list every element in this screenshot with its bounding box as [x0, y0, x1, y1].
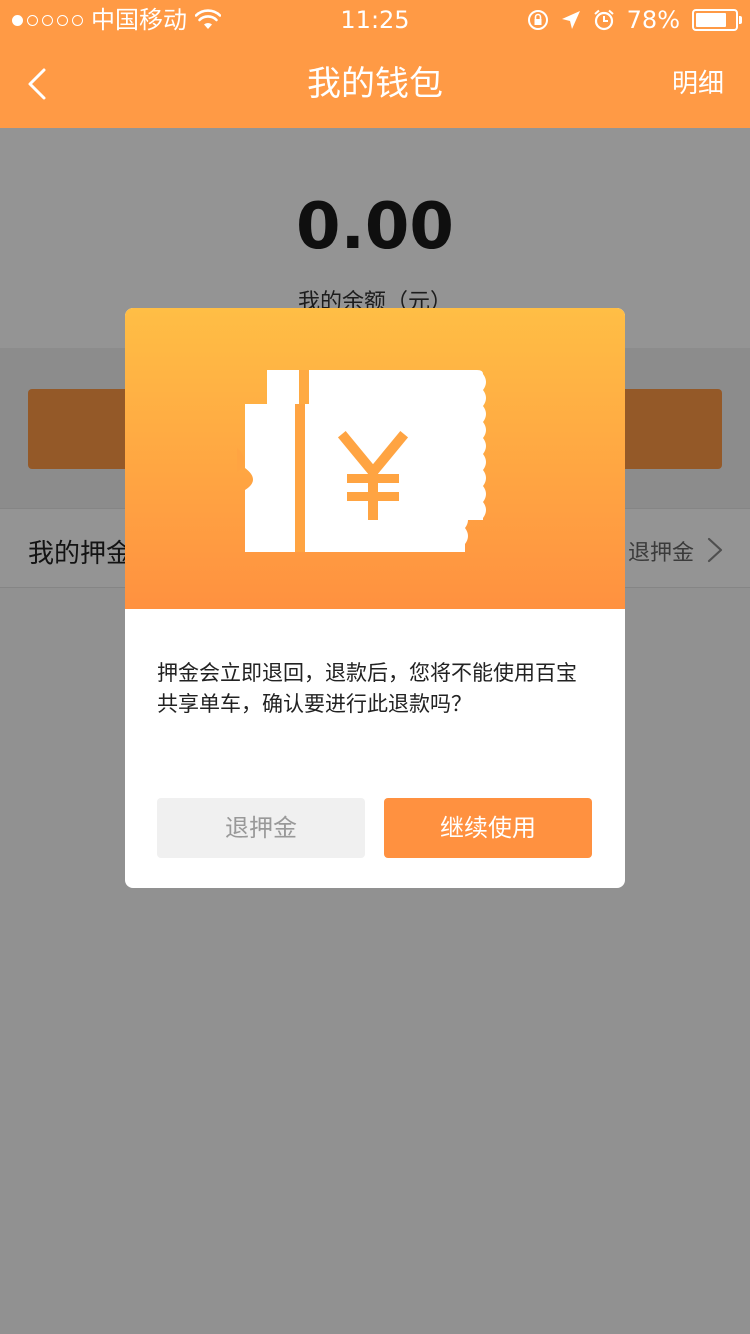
continue-using-button[interactable]: 继续使用 — [384, 798, 592, 858]
nav-bar: 我的钱包 明细 — [0, 40, 750, 128]
yuan-ticket-icon — [237, 370, 486, 552]
location-arrow-icon — [561, 11, 580, 29]
dialog-message: 押金会立即退回，退款后，您将不能使用百宝共享单车，确认要进行此退款吗？ — [157, 661, 577, 716]
dialog-header — [125, 308, 625, 609]
battery-fill — [696, 13, 726, 27]
battery-percentage: 78% — [626, 6, 680, 34]
battery-icon — [692, 9, 742, 31]
alarm-clock-icon — [593, 9, 614, 31]
refund-deposit-dialog: 押金会立即退回，退款后，您将不能使用百宝共享单车，确认要进行此退款吗？ 退押金 … — [125, 308, 625, 888]
rotation-lock-icon — [527, 10, 548, 30]
page-title: 我的钱包 — [307, 64, 443, 104]
refund-deposit-button[interactable]: 退押金 — [157, 798, 365, 858]
status-right: 78% — [527, 5, 742, 35]
status-bar: 中国移动 11:25 78% — [0, 0, 750, 40]
detail-button[interactable]: 明细 — [672, 68, 724, 100]
